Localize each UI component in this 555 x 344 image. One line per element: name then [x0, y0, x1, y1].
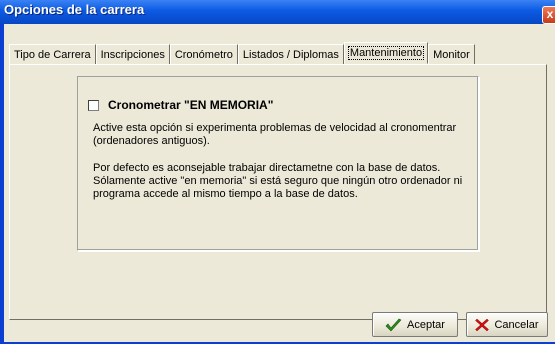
accept-button-label: Aceptar — [407, 318, 445, 331]
dialog-client-area: Tipo de Carrera Inscripciones Cronómetro… — [4, 24, 555, 342]
description-text-2: Por defecto es aconsejable trabajar dire… — [93, 162, 463, 200]
close-icon: x — [546, 7, 554, 21]
tab-cronometro[interactable]: Cronómetro — [169, 44, 238, 64]
tab-label: Cronómetro — [174, 49, 233, 61]
memory-option-row[interactable]: Cronometrar "EN MEMORIA" — [88, 98, 273, 112]
tab-monitor[interactable]: Monitor — [428, 44, 475, 64]
close-button[interactable]: x — [542, 6, 555, 24]
tab-label: Tipo de Carrera — [14, 49, 91, 61]
tab-mantenimiento[interactable]: Mantenimiento — [343, 42, 429, 64]
tab-label: Listados / Diplomas — [242, 49, 339, 61]
title-bar[interactable]: Opciones de la carrera x — [0, 0, 555, 24]
tab-label: Mantenimiento — [347, 46, 425, 60]
dialog-window: Opciones de la carrera x Tipo de Carrera… — [0, 0, 555, 344]
description-text-1: Active esta opción si experimenta proble… — [93, 122, 457, 147]
memory-checkbox-label[interactable]: Cronometrar "EN MEMORIA" — [108, 98, 273, 112]
memory-checkbox[interactable] — [88, 99, 99, 111]
tab-label: Inscripciones — [100, 49, 165, 61]
window-title: Opciones de la carrera — [4, 2, 145, 17]
tab-tipo-de-carrera[interactable]: Tipo de Carrera — [9, 44, 96, 64]
cancel-button-label: Cancelar — [494, 318, 539, 331]
cancel-button[interactable]: Cancelar — [466, 312, 548, 337]
tab-listados-diplomas[interactable]: Listados / Diplomas — [237, 44, 344, 64]
tab-inscripciones[interactable]: Inscripciones — [95, 44, 170, 64]
x-icon — [475, 318, 490, 332]
tab-label: Monitor — [433, 49, 470, 61]
tab-strip: Tipo de Carrera Inscripciones Cronómetro… — [9, 42, 475, 64]
accept-button[interactable]: Aceptar — [372, 312, 458, 337]
checkmark-icon — [385, 318, 402, 332]
